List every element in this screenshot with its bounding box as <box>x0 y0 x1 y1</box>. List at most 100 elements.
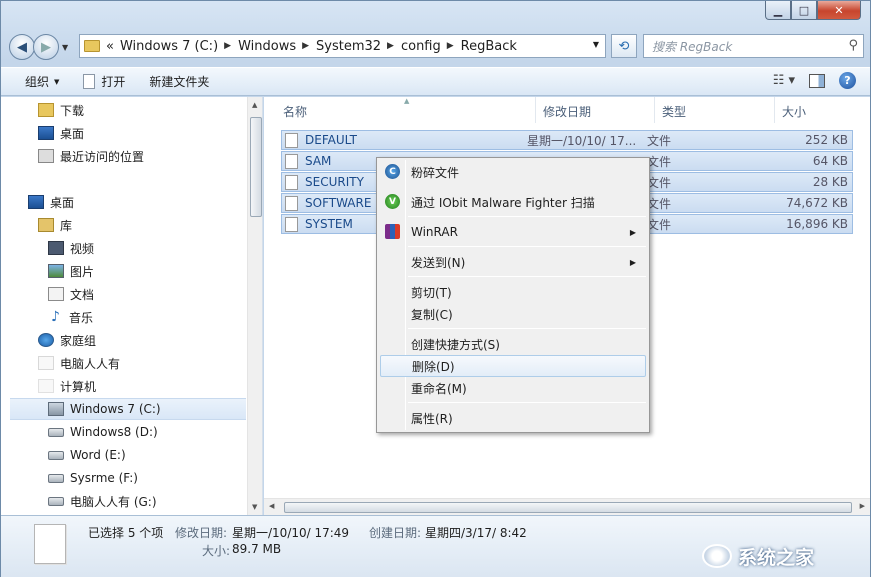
menu-item-create-shortcut[interactable]: 创建快捷方式(S) <box>380 333 646 355</box>
menu-item-cut[interactable]: 剪切(T) <box>380 281 646 303</box>
libraries-icon <box>38 218 54 232</box>
nav-item-user[interactable]: 电脑人人有 <box>1 352 246 374</box>
nav-item-videos[interactable]: 视频 <box>1 237 246 259</box>
video-icon <box>48 241 64 255</box>
nav-item-drive-c[interactable]: Windows 7 (C:) <box>10 398 246 420</box>
back-button[interactable]: ◀ <box>9 34 35 60</box>
context-menu: C 粉碎文件 V 通过 IObit Malware Fighter 扫描 Win… <box>376 157 650 433</box>
column-divider[interactable] <box>654 97 655 123</box>
nav-label: Windows 7 (C:) <box>70 402 161 416</box>
preview-pane-icon[interactable] <box>809 73 825 88</box>
menu-item-delete[interactable]: 删除(D) <box>380 355 646 377</box>
nav-item-drive-e[interactable]: Word (E:) <box>1 444 246 466</box>
scroll-right-icon[interactable]: ▶ <box>860 502 865 510</box>
nav-scroll-thumb[interactable] <box>250 117 262 217</box>
open-label: 打开 <box>101 75 126 89</box>
menu-item-winrar[interactable]: WinRAR ▶ <box>380 221 646 243</box>
submenu-arrow-icon: ▶ <box>629 227 636 237</box>
new-folder-label: 新建文件夹 <box>149 75 210 89</box>
drive-icon <box>48 473 64 483</box>
nav-label: Sysrme (F:) <box>70 471 138 485</box>
help-icon[interactable]: ? <box>839 72 856 89</box>
maximize-button[interactable]: □ <box>791 1 817 20</box>
document-icon <box>83 74 96 89</box>
column-name[interactable]: 名称 <box>283 103 307 120</box>
nav-item-desktop[interactable]: 桌面 <box>1 191 246 213</box>
nav-item-drive-f[interactable]: Sysrme (F:) <box>1 467 246 489</box>
navigation-pane: 下载 桌面 最近访问的位置 桌面 库 视频 图片 文档 ♪ 音乐 家庭组 电脑人… <box>1 97 263 515</box>
breadcrumb-drive[interactable]: Windows 7 (C:) <box>120 39 218 54</box>
nav-item-homegroup[interactable]: 家庭组 <box>1 329 246 351</box>
search-icon[interactable]: ⚲ <box>848 38 858 53</box>
menu-item-iobit-scan[interactable]: V 通过 IObit Malware Fighter 扫描 <box>380 191 646 213</box>
nav-item-computer[interactable]: 计算机 <box>1 375 246 397</box>
nav-item-pictures[interactable]: 图片 <box>1 260 246 282</box>
recent-places-icon <box>38 149 54 163</box>
menu-item-properties[interactable]: 属性(R) <box>380 407 646 429</box>
homegroup-icon <box>38 333 54 347</box>
file-row-default[interactable]: DEFAULT 星期一/10/10/ 17... 文件 252 KB <box>281 130 853 150</box>
size-value: 89.7 MB <box>232 542 282 556</box>
file-size: 252 KB <box>805 133 848 147</box>
column-size[interactable]: 大小 <box>782 103 806 120</box>
open-button[interactable]: 打开 <box>83 73 125 90</box>
menu-item-copy[interactable]: 复制(C) <box>380 303 646 325</box>
scroll-up-icon[interactable]: ▲ <box>252 101 257 109</box>
chevron-right-icon[interactable]: ▶ <box>447 41 454 51</box>
column-divider[interactable] <box>774 97 775 123</box>
nav-scrollbar[interactable]: ▲ ▼ <box>247 97 262 515</box>
address-bar[interactable]: « Windows 7 (C:) ▶ Windows ▶ System32 ▶ … <box>79 34 606 58</box>
minimize-button[interactable]: ▁ <box>765 1 791 20</box>
nav-label: 图片 <box>70 264 95 279</box>
breadcrumb-system32[interactable]: System32 <box>316 39 381 54</box>
menu-item-send-to[interactable]: 发送到(N) ▶ <box>380 251 646 273</box>
search-placeholder: 搜索 RegBack <box>652 39 733 54</box>
breadcrumb-windows[interactable]: Windows <box>238 39 296 54</box>
breadcrumb-regback[interactable]: RegBack <box>461 39 517 54</box>
nav-label: 家庭组 <box>60 333 97 348</box>
caption-buttons: ▁ □ ✕ <box>765 1 861 20</box>
nav-item-libraries[interactable]: 库 <box>1 214 246 236</box>
nav-item-drive-d[interactable]: Windows8 (D:) <box>1 421 246 443</box>
new-folder-button[interactable]: 新建文件夹 <box>149 73 209 90</box>
nav-item-recent-places[interactable]: 最近访问的位置 <box>1 145 246 167</box>
menu-separator <box>408 276 646 277</box>
chevron-right-icon[interactable]: ▶ <box>302 41 309 51</box>
menu-label: WinRAR <box>411 225 458 239</box>
search-input[interactable]: 搜索 RegBack ⚲ <box>643 34 864 58</box>
column-divider[interactable] <box>535 97 536 123</box>
scroll-down-icon[interactable]: ▼ <box>252 503 257 511</box>
column-date[interactable]: 修改日期 <box>543 103 591 120</box>
chevron-right-icon[interactable]: ▶ <box>224 41 231 51</box>
change-view-icon[interactable]: ☷ ▾ <box>773 73 795 88</box>
recent-pages-dropdown[interactable]: ▼ <box>62 43 68 52</box>
horizontal-scrollbar[interactable]: ◀ ▶ <box>264 498 870 515</box>
scroll-left-icon[interactable]: ◀ <box>269 502 274 510</box>
column-type[interactable]: 类型 <box>662 103 686 120</box>
nav-label: 库 <box>60 218 73 233</box>
breadcrumb-overflow[interactable]: « <box>106 39 114 54</box>
nav-item-music[interactable]: ♪ 音乐 <box>1 306 246 328</box>
nav-item-documents[interactable]: 文档 <box>1 283 246 305</box>
breadcrumb-config[interactable]: config <box>401 39 441 54</box>
horizontal-scroll-thumb[interactable] <box>284 502 852 513</box>
nav-item-desktop-fav[interactable]: 桌面 <box>1 122 246 144</box>
documents-icon <box>48 287 64 301</box>
menu-item-shred[interactable]: C 粉碎文件 <box>380 161 646 183</box>
drive-icon <box>48 450 64 460</box>
explorer-window: ▁ □ ✕ ◀ ▶ ▼ « Windows 7 (C:) ▶ Windows ▶… <box>0 0 871 577</box>
chevron-down-icon[interactable]: ▼ <box>593 40 599 49</box>
nav-item-downloads[interactable]: 下载 <box>1 99 246 121</box>
refresh-button[interactable]: ⟲ <box>611 34 637 58</box>
menu-item-rename[interactable]: 重命名(M) <box>380 377 646 399</box>
chevron-down-icon: ▼ <box>54 77 60 86</box>
submenu-arrow-icon: ▶ <box>629 257 636 267</box>
chevron-right-icon[interactable]: ▶ <box>387 41 394 51</box>
close-button[interactable]: ✕ <box>817 1 861 20</box>
watermark-logo-icon <box>702 544 732 568</box>
file-icon <box>285 216 298 232</box>
nav-item-drive-g[interactable]: 电脑人人有 (G:) <box>1 490 246 512</box>
forward-button[interactable]: ▶ <box>33 34 59 60</box>
pictures-icon <box>48 264 64 278</box>
organize-button[interactable]: 组织 ▼ <box>25 73 59 90</box>
